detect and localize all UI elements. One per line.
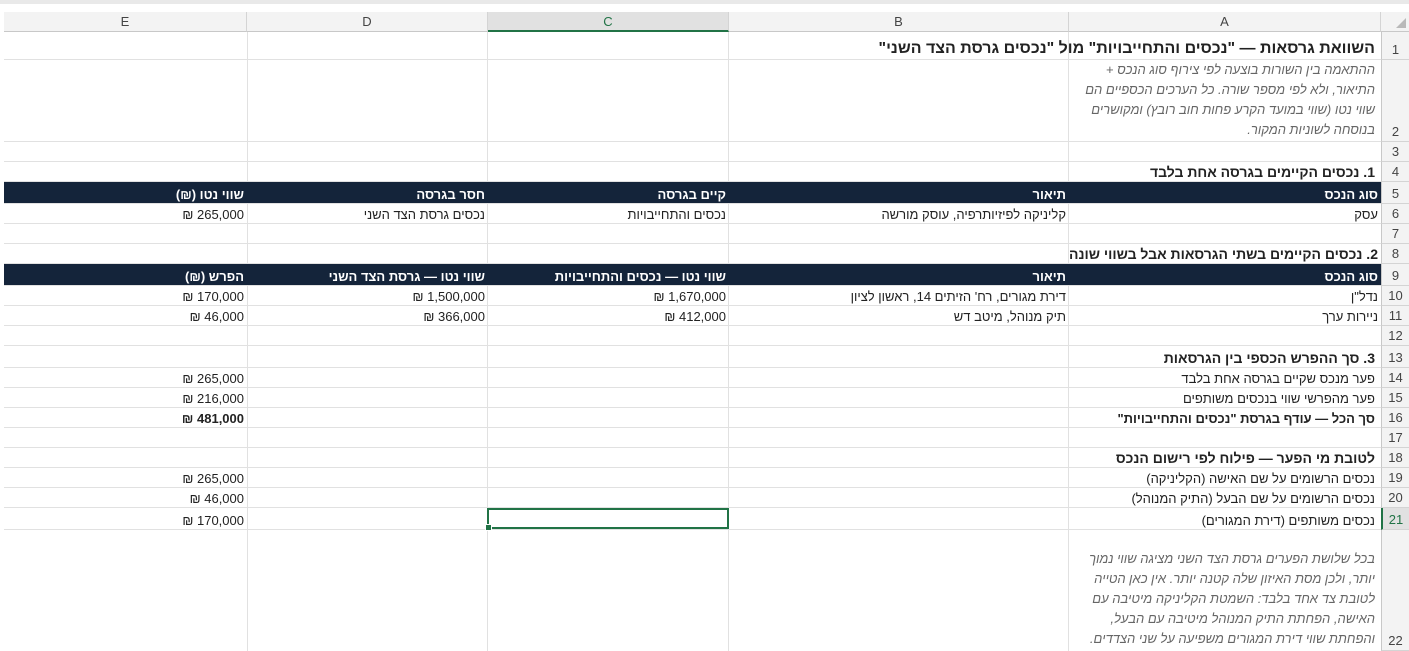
header-net-value-other[interactable]: שווי נטו — גרסת הצד השני xyxy=(247,264,488,286)
row-header[interactable]: 13 xyxy=(1381,346,1409,368)
table-cell[interactable]: ₪ 170,000 xyxy=(4,286,247,306)
table-cell[interactable]: תיק מנוהל, מיטב דש xyxy=(729,306,1069,326)
table-cell[interactable]: נדל"ן xyxy=(1069,286,1381,306)
column-header-a[interactable]: A xyxy=(1069,12,1381,32)
header-exists-in[interactable]: קיים בגרסה xyxy=(488,182,729,204)
row-header[interactable]: 21 xyxy=(1381,508,1409,530)
table-cell[interactable]: ₪ 1,670,000 xyxy=(488,286,729,306)
breakdown-label[interactable]: נכסים הרשומים על שם האישה (הקליניקה) xyxy=(1000,468,1378,488)
row-header[interactable]: 9 xyxy=(1381,264,1409,286)
column-header-d[interactable]: D xyxy=(247,12,488,32)
row-header[interactable]: 16 xyxy=(1381,408,1409,428)
row-header[interactable]: 11 xyxy=(1381,306,1409,326)
breakdown-label[interactable]: נכסים משותפים (דירת המגורים) xyxy=(1000,508,1378,530)
header-description[interactable]: תיאור xyxy=(729,264,1069,286)
row xyxy=(4,142,1381,162)
section-3-title[interactable]: 3. סך ההפרש הכספי בין הגרסאות xyxy=(1000,346,1378,368)
row-header[interactable]: 6 xyxy=(1381,204,1409,224)
row-header[interactable]: 10 xyxy=(1381,286,1409,306)
table-cell[interactable]: נכסים והתחייבויות xyxy=(488,204,729,224)
row-header[interactable]: 14 xyxy=(1381,368,1409,388)
header-asset-type[interactable]: סוג הנכס xyxy=(1069,182,1381,204)
section-1-title[interactable]: 1. נכסים הקיימים בגרסה אחת בלבד xyxy=(1000,162,1378,182)
row xyxy=(4,224,1381,244)
table-cell[interactable]: ₪ 46,000 xyxy=(4,306,247,326)
intro-note[interactable]: ההתאמה בין השורות בוצעה לפי צירוף סוג הנ… xyxy=(1071,60,1378,142)
section-2-title[interactable]: 2. נכסים הקיימים בשתי הגרסאות אבל בשווי … xyxy=(1000,244,1381,264)
summary-value[interactable]: ₪ 265,000 xyxy=(4,368,247,388)
total-label[interactable]: סך הכל — עודף בגרסת "נכסים והתחייבויות" xyxy=(1000,408,1378,428)
breakdown-value[interactable]: ₪ 46,000 xyxy=(4,488,247,508)
column-header-c[interactable]: C xyxy=(488,12,729,32)
table-cell[interactable]: עסק xyxy=(1069,204,1381,224)
summary-label[interactable]: פער מהפרשי שווי בנכסים משותפים xyxy=(1000,388,1378,408)
top-bar xyxy=(0,0,1409,4)
row-header[interactable]: 2 xyxy=(1381,60,1409,142)
row-header[interactable]: 4 xyxy=(1381,162,1409,182)
section-4-title[interactable]: לטובת מי הפער — פילוח לפי רישום הנכס xyxy=(1000,448,1378,468)
header-net-value-assets[interactable]: שווי נטו — נכסים והתחייבויות xyxy=(488,264,729,286)
select-all-corner[interactable] xyxy=(1381,12,1409,32)
table-cell[interactable]: ₪ 1,500,000 xyxy=(247,286,488,306)
table-cell[interactable]: ניירות ערך xyxy=(1069,306,1381,326)
row xyxy=(4,428,1381,448)
total-value[interactable]: ₪ 481,000 xyxy=(4,408,247,428)
row-header[interactable]: 17 xyxy=(1381,428,1409,448)
row-header[interactable]: 12 xyxy=(1381,326,1409,346)
breakdown-label[interactable]: נכסים הרשומים על שם הבעל (התיק המנוהל) xyxy=(1000,488,1378,508)
row xyxy=(4,326,1381,346)
breakdown-value[interactable]: ₪ 170,000 xyxy=(4,508,247,530)
row-header[interactable]: 20 xyxy=(1381,488,1409,508)
table-cell[interactable]: קליניקה לפיזיותרפיה, עוסק מורשה xyxy=(729,204,1069,224)
sheet-title[interactable]: השוואת גרסאות — "נכסים והתחייבויות" מול … xyxy=(700,32,1378,60)
row-header[interactable]: 1 xyxy=(1381,32,1409,60)
header-description[interactable]: תיאור xyxy=(729,182,1069,204)
spreadsheet: E D C B A 1 2 3 4 5 6 7 8 9 10 11 12 13 … xyxy=(0,0,1409,651)
header-asset-type[interactable]: סוג הנכס xyxy=(1069,264,1381,286)
breakdown-value[interactable]: ₪ 265,000 xyxy=(4,468,247,488)
selected-cell-c21[interactable] xyxy=(485,508,729,531)
row-header[interactable]: 18 xyxy=(1381,448,1409,468)
conclusion-note[interactable]: בכל שלושת הפערים גרסת הצד השני מציגה שוו… xyxy=(1071,530,1378,651)
table-cell[interactable]: ₪ 412,000 xyxy=(488,306,729,326)
table-cell[interactable]: ₪ 265,000 xyxy=(4,204,247,224)
table-cell[interactable]: ₪ 366,000 xyxy=(247,306,488,326)
column-header-b[interactable]: B xyxy=(729,12,1069,32)
header-difference[interactable]: הפרש (₪) xyxy=(4,264,247,286)
row-header[interactable]: 15 xyxy=(1381,388,1409,408)
header-missing-in[interactable]: חסר בגרסה xyxy=(247,182,488,204)
column-header-e[interactable]: E xyxy=(4,12,247,32)
summary-value[interactable]: ₪ 216,000 xyxy=(4,388,247,408)
header-net-value[interactable]: שווי נטו (₪) xyxy=(4,182,247,204)
row-header[interactable]: 22 xyxy=(1381,530,1409,651)
row-header[interactable]: 8 xyxy=(1381,244,1409,264)
table-cell[interactable]: דירת מגורים, רח' הזיתים 14, ראשון לציון xyxy=(729,286,1069,306)
table-cell[interactable]: נכסים גרסת הצד השני xyxy=(247,204,488,224)
summary-label[interactable]: פער מנכס שקיים בגרסה אחת בלבד xyxy=(1000,368,1378,388)
row-header[interactable]: 7 xyxy=(1381,224,1409,244)
row-header[interactable]: 3 xyxy=(1381,142,1409,162)
row-header[interactable]: 5 xyxy=(1381,182,1409,204)
row-header[interactable]: 19 xyxy=(1381,468,1409,488)
